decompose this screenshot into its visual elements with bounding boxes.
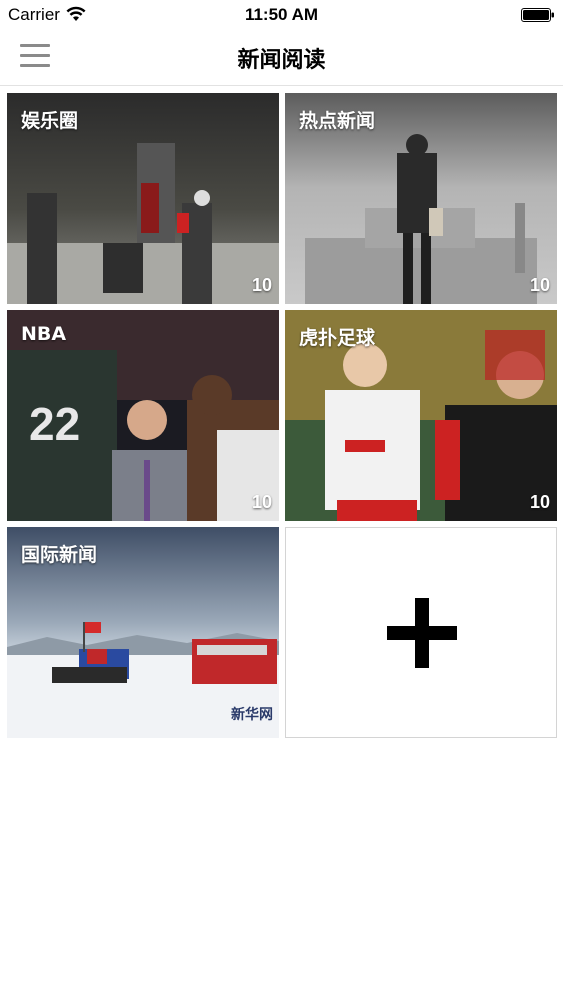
add-category-tile[interactable] bbox=[285, 527, 557, 738]
tile-title: 娱乐圈 bbox=[21, 110, 79, 132]
tile-count: 10 bbox=[529, 275, 550, 295]
plus-icon bbox=[387, 598, 457, 668]
tile-count: 10 bbox=[251, 275, 272, 295]
svg-text:新华网: 新华网 bbox=[231, 706, 273, 723]
tile-title: NBA bbox=[21, 323, 67, 345]
tile-title: 国际新闻 bbox=[21, 544, 98, 566]
tile-title: 热点新闻 bbox=[299, 110, 376, 132]
category-tile-hot-news[interactable]: 热点新闻 10 bbox=[285, 93, 557, 304]
category-tile-international-news[interactable]: 新华网 国际新闻 bbox=[7, 527, 279, 738]
tile-count: 10 bbox=[251, 492, 272, 512]
clock: 11:50 AM bbox=[244, 5, 319, 24]
battery-full-icon bbox=[521, 8, 554, 22]
status-bar: Carrier 11:50 AM bbox=[0, 0, 563, 30]
category-tile-hupu-football[interactable]: 虎扑足球 10 bbox=[285, 310, 557, 521]
navigation-bar: 新闻阅读 bbox=[0, 30, 563, 86]
tile-title: 虎扑足球 bbox=[299, 327, 376, 349]
tile-count: 10 bbox=[529, 492, 550, 512]
category-tile-entertainment[interactable]: 娱乐圈 10 bbox=[7, 93, 279, 304]
svg-text:22: 22 bbox=[29, 398, 80, 450]
page-title: 新闻阅读 bbox=[237, 48, 326, 73]
category-tile-nba[interactable]: 22 NBA 10 bbox=[7, 310, 279, 521]
